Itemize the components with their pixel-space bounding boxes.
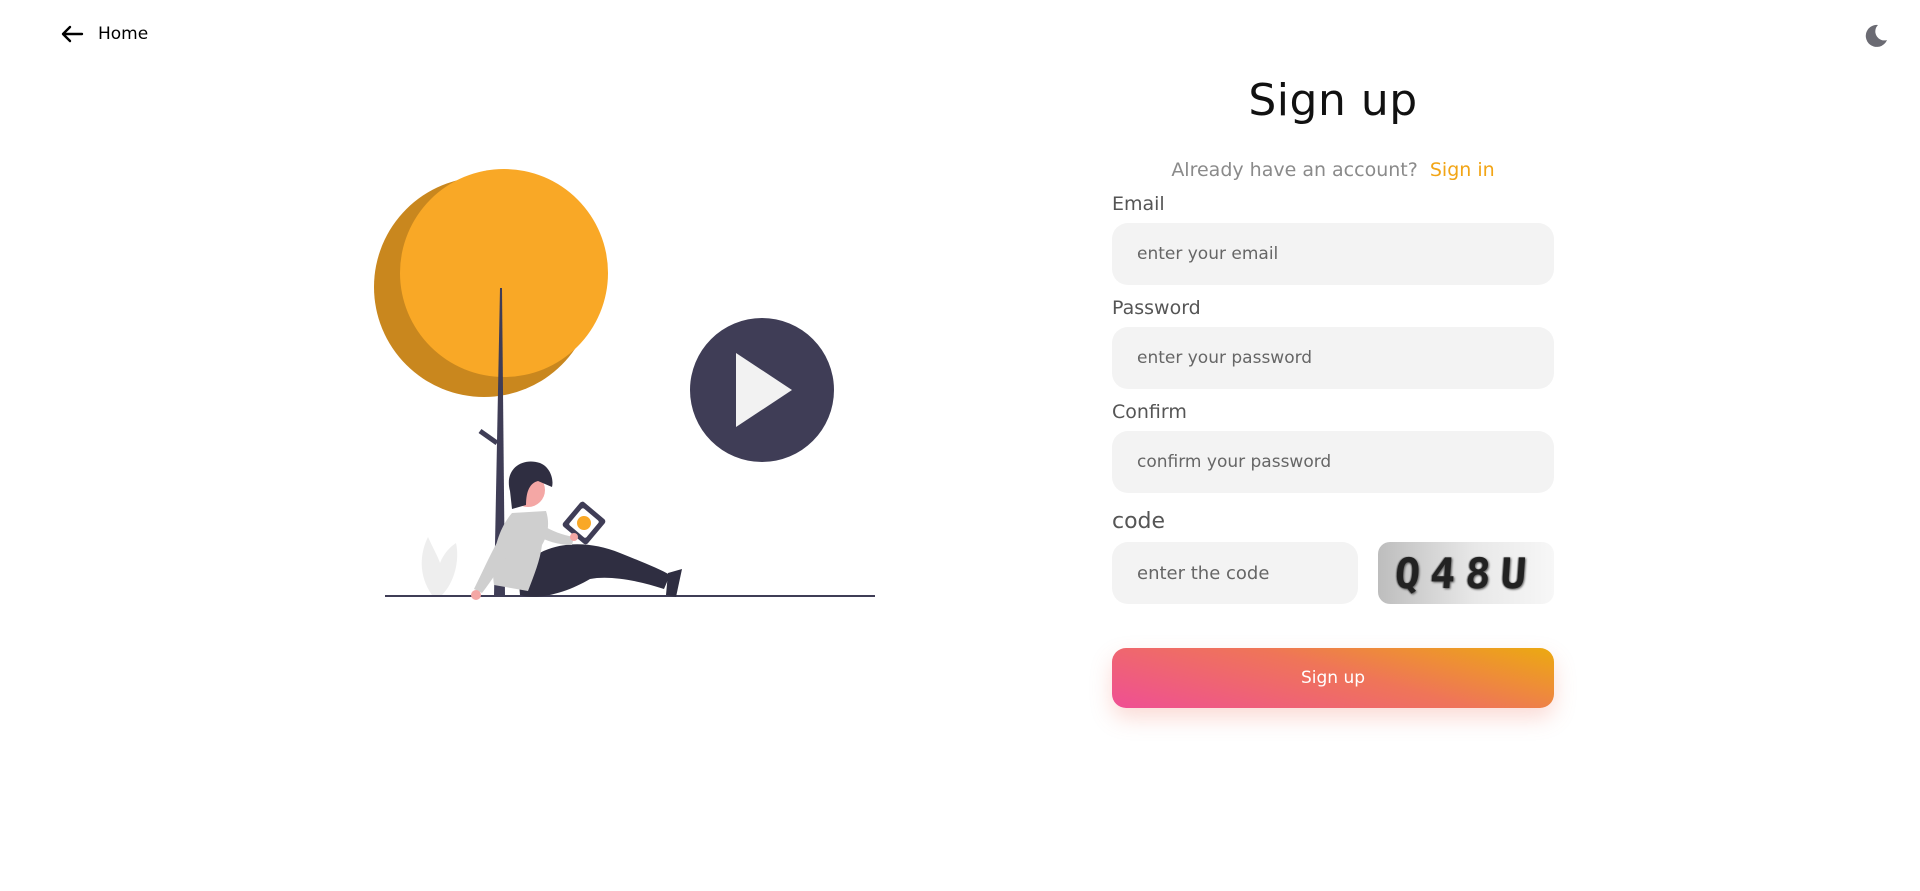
password-field[interactable] [1112, 327, 1554, 389]
captcha-text: Q48U [1393, 548, 1539, 598]
email-field[interactable] [1112, 223, 1554, 285]
signup-form: Sign up Already have an account? Sign in… [1112, 72, 1554, 708]
signin-prompt-text: Already have an account? [1171, 159, 1418, 181]
signup-page: Home Sign up Already have an account? Si… [0, 0, 1920, 891]
signup-button[interactable]: Sign up [1112, 648, 1554, 708]
home-link[interactable]: Home [60, 24, 148, 44]
moon-icon [1865, 24, 1887, 47]
email-label: Email [1112, 193, 1165, 215]
captcha-image[interactable]: Q48U [1378, 542, 1554, 604]
password-label: Password [1112, 297, 1201, 319]
code-field[interactable] [1112, 542, 1358, 604]
home-label: Home [98, 24, 149, 44]
arrow-left-icon [61, 25, 84, 43]
signin-prompt: Already have an account? Sign in [1112, 159, 1554, 181]
woman-under-tree-illustration [374, 169, 875, 600]
confirm-label: Confirm [1112, 401, 1187, 423]
theme-toggle-button[interactable] [1862, 22, 1890, 50]
confirm-password-field[interactable] [1112, 431, 1554, 493]
illustration [370, 165, 890, 615]
signin-link[interactable]: Sign in [1430, 159, 1495, 181]
page-title: Sign up [1248, 75, 1418, 126]
code-row: Q48U [1112, 542, 1554, 604]
code-label: code [1112, 509, 1166, 534]
